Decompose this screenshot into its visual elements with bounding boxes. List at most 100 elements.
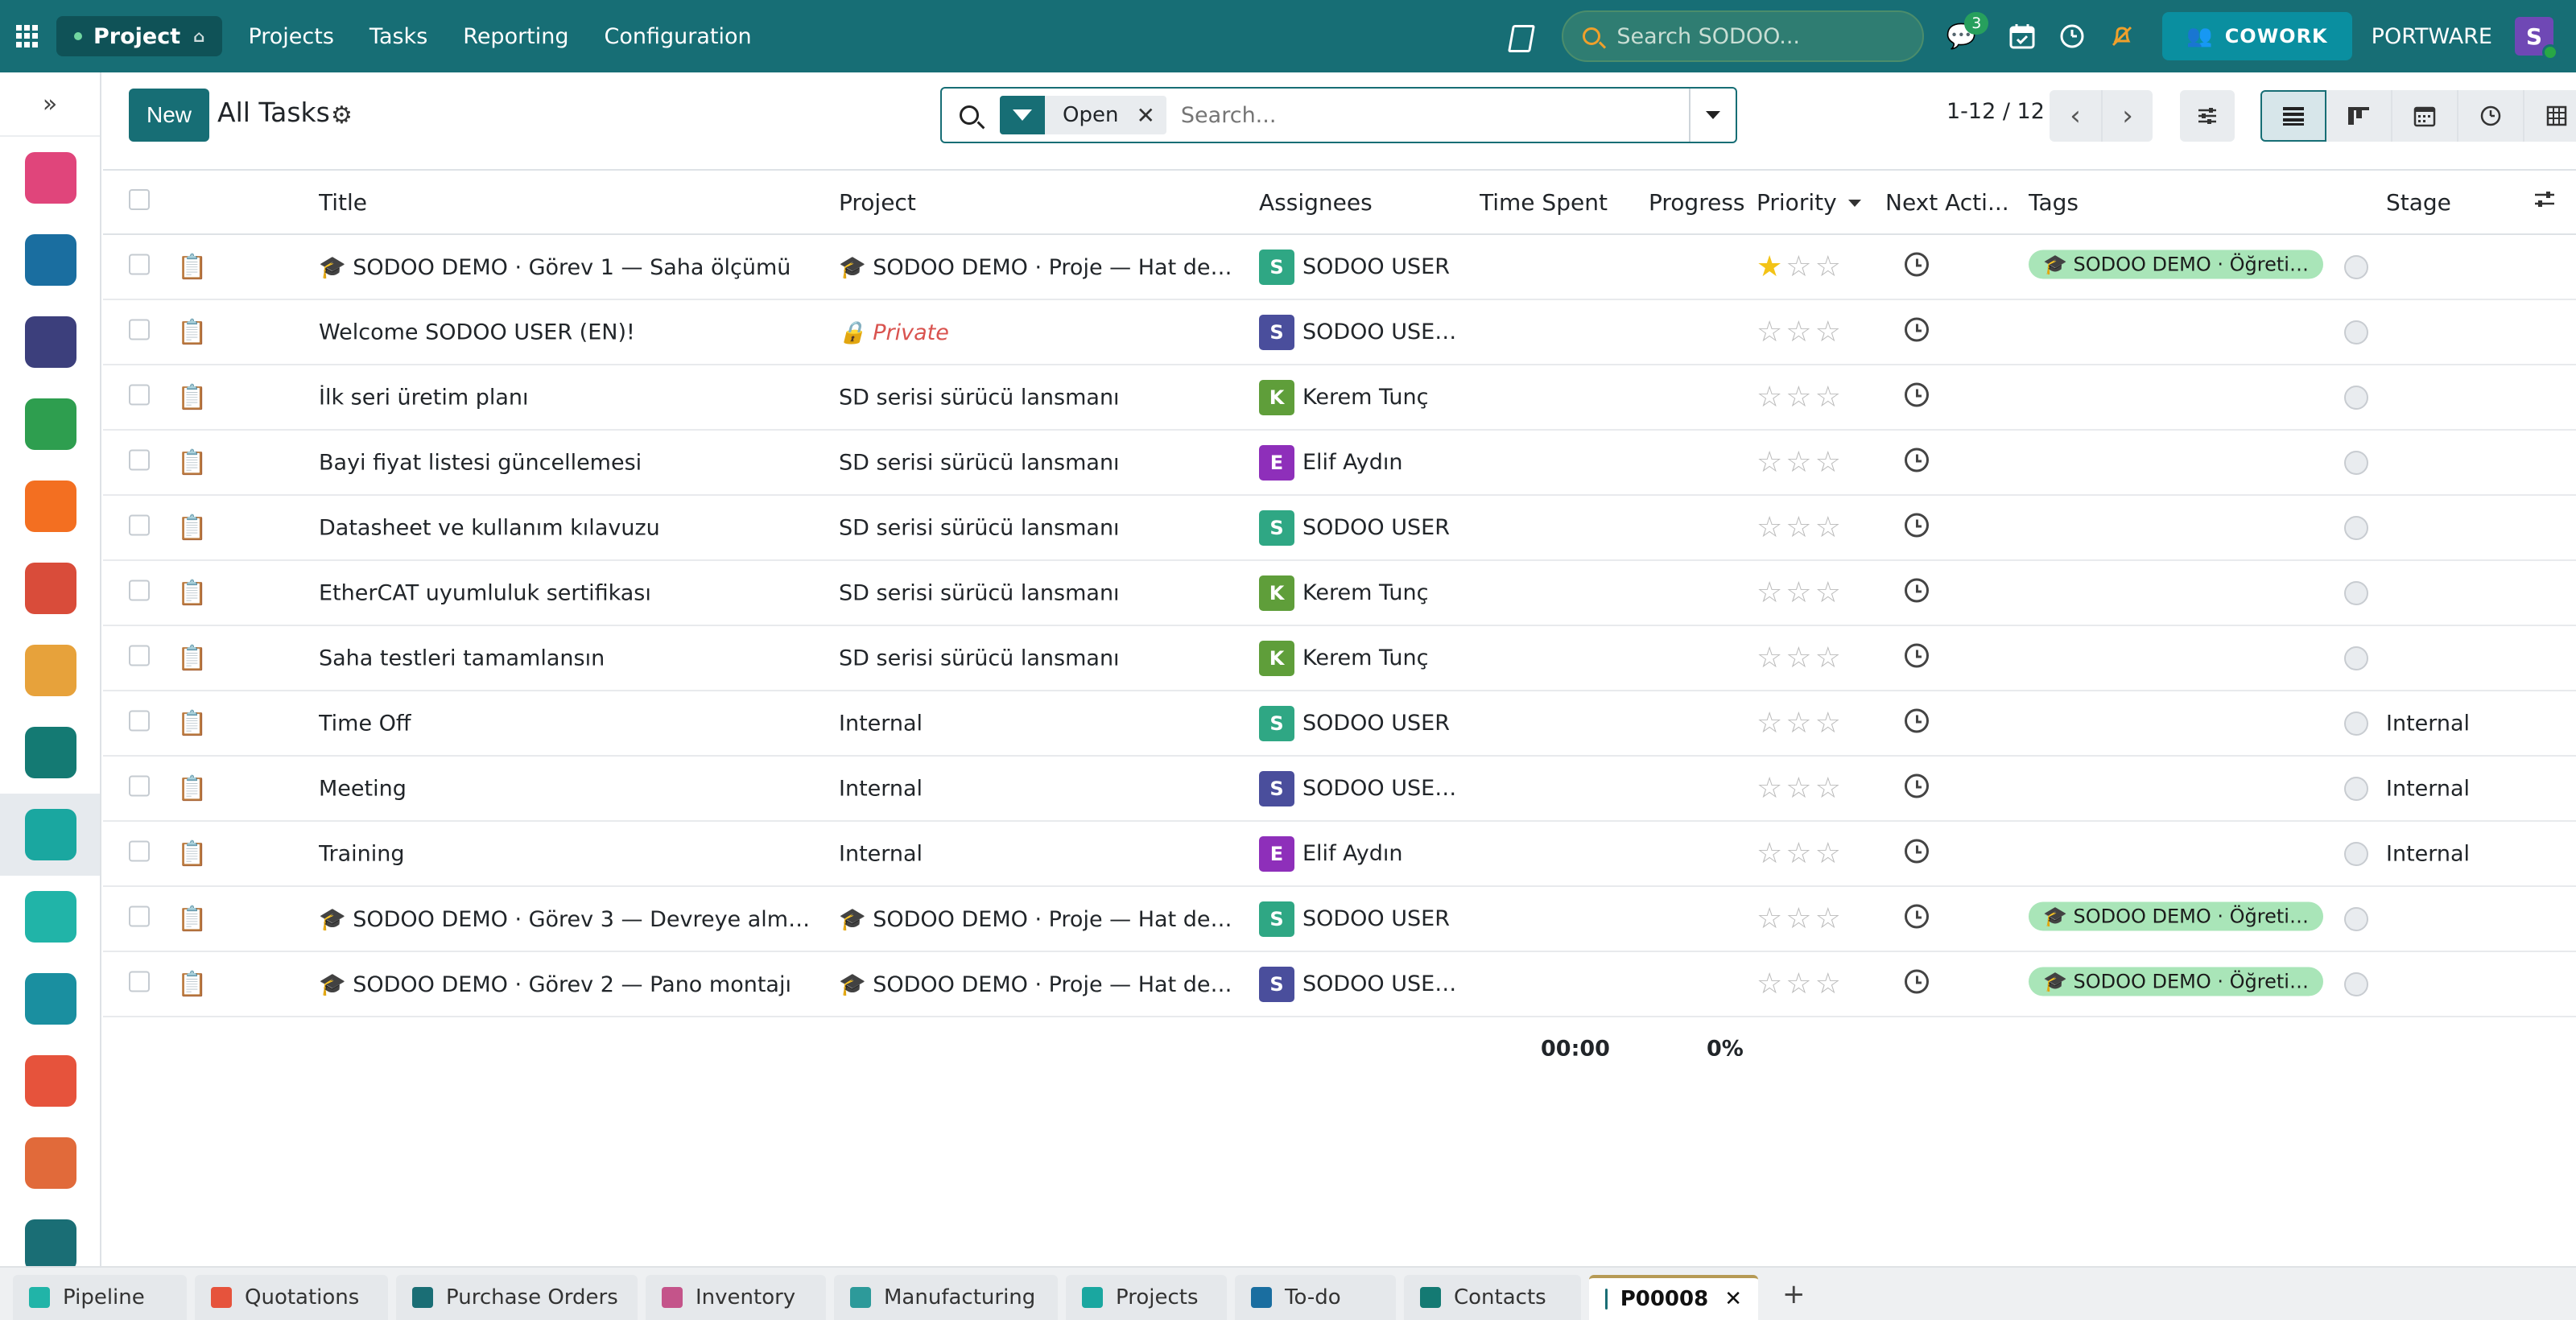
- priority-star-icon[interactable]: ☆: [1785, 905, 1811, 934]
- next-activity-clock-icon[interactable]: [1905, 448, 2033, 477]
- kanban-state-icon[interactable]: [2344, 450, 2368, 475]
- row-checkbox[interactable]: [129, 384, 150, 410]
- documentation-icon[interactable]: [1507, 23, 1531, 49]
- filter-facet[interactable]: Open ✕: [1000, 96, 1166, 134]
- priority-star-icon[interactable]: ☆: [1815, 709, 1841, 738]
- menu-configuration[interactable]: Configuration: [605, 24, 752, 49]
- priority-star-icon[interactable]: ☆: [1757, 318, 1782, 347]
- priority-star-icon[interactable]: ☆: [1815, 383, 1841, 412]
- next-activity-clock-icon[interactable]: [1905, 252, 2033, 282]
- timer-icon[interactable]: [2058, 22, 2087, 51]
- timer-app-icon[interactable]: [0, 547, 100, 629]
- app-brand-button[interactable]: Project ⌂: [56, 16, 223, 56]
- table-row[interactable]: 📋 Saha testleri tamamlansın SD serisi sürü…: [103, 626, 2576, 691]
- table-row[interactable]: 📋 Welcome SODOO USER (EN)! 🔒 Private S SODOO…: [103, 300, 2576, 365]
- table-row[interactable]: 📋 Training Internal E Elif Aydın ☆ ☆ ☆ Internal: [103, 822, 2576, 887]
- chat-icon[interactable]: 💬 3: [1946, 12, 1989, 51]
- todo-app-icon[interactable]: [0, 219, 100, 301]
- priority-star-icon[interactable]: ☆: [1757, 644, 1782, 673]
- search-options-toggle[interactable]: [1689, 89, 1736, 142]
- priority-widget[interactable]: ☆ ☆ ☆: [1757, 644, 1877, 673]
- table-row[interactable]: 📋 🎓 SODOO DEMO · Görev 2 — Pano montajı 🎓 …: [103, 952, 2576, 1017]
- task-assignee[interactable]: K Kerem Tunç: [1259, 575, 1460, 611]
- priority-star-icon[interactable]: ☆: [1785, 514, 1811, 542]
- purchase-app-icon[interactable]: [0, 1204, 100, 1266]
- tab-quotations[interactable]: Quotations: [195, 1275, 388, 1320]
- column-assignees[interactable]: Assignees: [1259, 189, 1460, 216]
- inventory-app-icon[interactable]: [0, 1122, 100, 1204]
- table-row[interactable]: 📋 İlk seri üretim planı SD serisi sürücü l…: [103, 365, 2576, 431]
- menu-reporting[interactable]: Reporting: [463, 24, 568, 49]
- row-checkbox[interactable]: [129, 449, 150, 476]
- kanban-state-icon[interactable]: [2344, 385, 2368, 410]
- kanban-state-icon[interactable]: [2344, 776, 2368, 801]
- activity-view-icon[interactable]: [2458, 90, 2524, 142]
- priority-star-icon[interactable]: ☆: [1785, 383, 1811, 412]
- column-progress[interactable]: Progress: [1649, 189, 1745, 216]
- kanban-state-icon[interactable]: [2344, 580, 2368, 605]
- column-tags[interactable]: Tags: [2029, 189, 2326, 216]
- reporting-app-icon[interactable]: [0, 1040, 100, 1122]
- pager-value[interactable]: 1-12 / 12: [1946, 99, 2045, 124]
- priority-star-icon[interactable]: ☆: [1815, 253, 1841, 282]
- row-checkbox[interactable]: [129, 710, 150, 736]
- priority-star-icon[interactable]: ☆: [1815, 970, 1841, 999]
- optional-columns-icon[interactable]: [2533, 189, 2557, 216]
- close-icon[interactable]: ✕: [1724, 1287, 1742, 1311]
- table-row[interactable]: 📋 🎓 SODOO DEMO · Görev 3 — Devreye alma v…: [103, 887, 2576, 952]
- contacts-app-icon[interactable]: [0, 712, 100, 794]
- priority-widget[interactable]: ☆ ☆ ☆: [1757, 839, 1877, 868]
- task-assignee[interactable]: K Kerem Tunç: [1259, 379, 1460, 415]
- tab-contacts[interactable]: Contacts: [1404, 1275, 1581, 1320]
- kanban-state-icon[interactable]: [2344, 841, 2368, 866]
- menu-tasks[interactable]: Tasks: [369, 24, 427, 49]
- row-checkbox[interactable]: [129, 254, 150, 280]
- tab-to-do[interactable]: To-do: [1235, 1275, 1396, 1320]
- calendar-view-icon[interactable]: [2392, 90, 2458, 142]
- pivot-view-icon[interactable]: [2524, 90, 2576, 142]
- table-row[interactable]: 📋 EtherCAT uyumluluk sertifikası SD serisi…: [103, 561, 2576, 626]
- next-activity-clock-icon[interactable]: [1905, 969, 2033, 999]
- tab-p00008[interactable]: P00008 ✕: [1589, 1275, 1758, 1320]
- priority-star-icon[interactable]: ☆: [1815, 448, 1841, 477]
- next-activity-clock-icon[interactable]: [1905, 708, 2033, 738]
- priority-star-icon[interactable]: ☆: [1757, 579, 1782, 608]
- priority-star-icon[interactable]: ☆: [1757, 383, 1782, 412]
- task-assignee[interactable]: S SODOO USER: [1259, 249, 1460, 285]
- priority-star-icon[interactable]: ☆: [1785, 709, 1811, 738]
- table-row[interactable]: 📋 Datasheet ve kullanım kılavuzu SD serisi…: [103, 496, 2576, 561]
- app-menu-grid-icon[interactable]: [16, 25, 39, 47]
- search-input[interactable]: [1180, 102, 1664, 128]
- cowork-button[interactable]: 👥 COWORK: [2162, 12, 2352, 60]
- water-app-icon[interactable]: [0, 958, 100, 1040]
- menu-projects[interactable]: Projects: [248, 24, 333, 49]
- task-assignee[interactable]: S SODOO USER, Kerem Tunç: [1259, 966, 1460, 1002]
- priority-star-icon[interactable]: ☆: [1815, 905, 1841, 934]
- global-search-input[interactable]: Search SODOO...: [1562, 10, 1925, 62]
- kanban-view-icon[interactable]: [2326, 90, 2392, 142]
- next-activity-clock-icon[interactable]: [1905, 643, 2033, 673]
- next-activity-clock-icon[interactable]: [1905, 904, 2033, 934]
- pager-previous-button[interactable]: ‹: [2050, 90, 2101, 142]
- priority-star-icon[interactable]: ☆: [1785, 448, 1811, 477]
- tab-pipeline[interactable]: Pipeline: [13, 1275, 187, 1320]
- next-activity-clock-icon[interactable]: [1905, 382, 2033, 412]
- row-checkbox[interactable]: [129, 971, 150, 997]
- list-view-icon[interactable]: [2260, 90, 2326, 142]
- dashboard-app-icon[interactable]: [0, 137, 100, 219]
- pipeline-app-icon[interactable]: [0, 876, 100, 958]
- priority-star-icon[interactable]: ☆: [1785, 774, 1811, 803]
- column-project[interactable]: Project: [839, 189, 1241, 216]
- priority-widget[interactable]: ☆ ☆ ☆: [1757, 383, 1877, 412]
- column-time-spent[interactable]: Time Spent: [1480, 189, 1633, 216]
- add-tab-icon[interactable]: +: [1782, 1278, 1806, 1310]
- row-checkbox[interactable]: [129, 580, 150, 606]
- next-activity-clock-icon[interactable]: [1905, 513, 2033, 542]
- next-activity-clock-icon[interactable]: [1905, 839, 2033, 868]
- column-title[interactable]: Title: [319, 189, 818, 216]
- column-next-activity[interactable]: Next Acti...: [1885, 189, 2014, 216]
- sliders-icon[interactable]: [2180, 90, 2235, 142]
- priority-widget[interactable]: ☆ ☆ ☆: [1757, 709, 1877, 738]
- priority-widget[interactable]: ☆ ☆ ☆: [1757, 774, 1877, 803]
- next-activity-clock-icon[interactable]: [1905, 578, 2033, 608]
